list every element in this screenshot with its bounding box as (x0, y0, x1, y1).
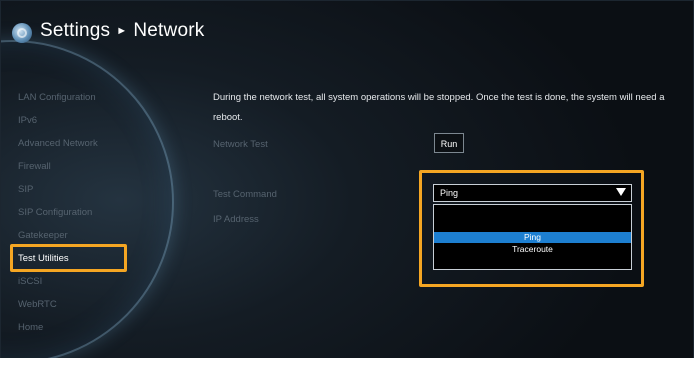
test-utilities-highlight-box (10, 244, 127, 272)
title-page: Network (133, 20, 205, 41)
sidebar-item-iscsi[interactable]: iSCSI (18, 276, 42, 287)
dropdown-arrow-icon[interactable] (616, 188, 626, 196)
sidebar-item-ipv6[interactable]: IPv6 (18, 115, 37, 126)
page-title: Settings ► Network (40, 20, 204, 42)
sidebar-item-sip-configuration[interactable]: SIP Configuration (18, 207, 92, 218)
run-button[interactable]: Run (434, 133, 464, 153)
test-command-select[interactable]: Ping (433, 184, 632, 202)
ip-address-label: IP Address (213, 214, 259, 225)
sidebar-item-sip[interactable]: SIP (18, 184, 33, 195)
sidebar-item-webrtc[interactable]: WebRTC (18, 299, 57, 310)
settings-screen: Settings ► Network LAN Configuration IPv6 … (0, 0, 694, 385)
test-command-selected-value: Ping (440, 188, 459, 198)
sidebar-item-gatekeeper[interactable]: Gatekeeper (18, 230, 68, 241)
network-test-notice: During the network test, all system oper… (213, 92, 665, 123)
test-command-label: Test Command (213, 189, 277, 200)
option-ping[interactable]: Ping (434, 232, 631, 243)
bottom-margin (0, 358, 694, 385)
globe-logo-icon (12, 23, 32, 43)
test-command-options-list: Ping Traceroute (433, 204, 632, 270)
sidebar-item-home[interactable]: Home (18, 322, 43, 333)
network-test-label: Network Test (213, 139, 268, 150)
breadcrumb-arrow-icon: ► (116, 25, 128, 37)
title-section: Settings (40, 20, 111, 41)
option-traceroute[interactable]: Traceroute (434, 244, 631, 255)
sidebar-item-firewall[interactable]: Firewall (18, 161, 51, 172)
sidebar-item-advanced-network[interactable]: Advanced Network (18, 138, 98, 149)
sidebar-item-lan-configuration[interactable]: LAN Configuration (18, 92, 96, 103)
